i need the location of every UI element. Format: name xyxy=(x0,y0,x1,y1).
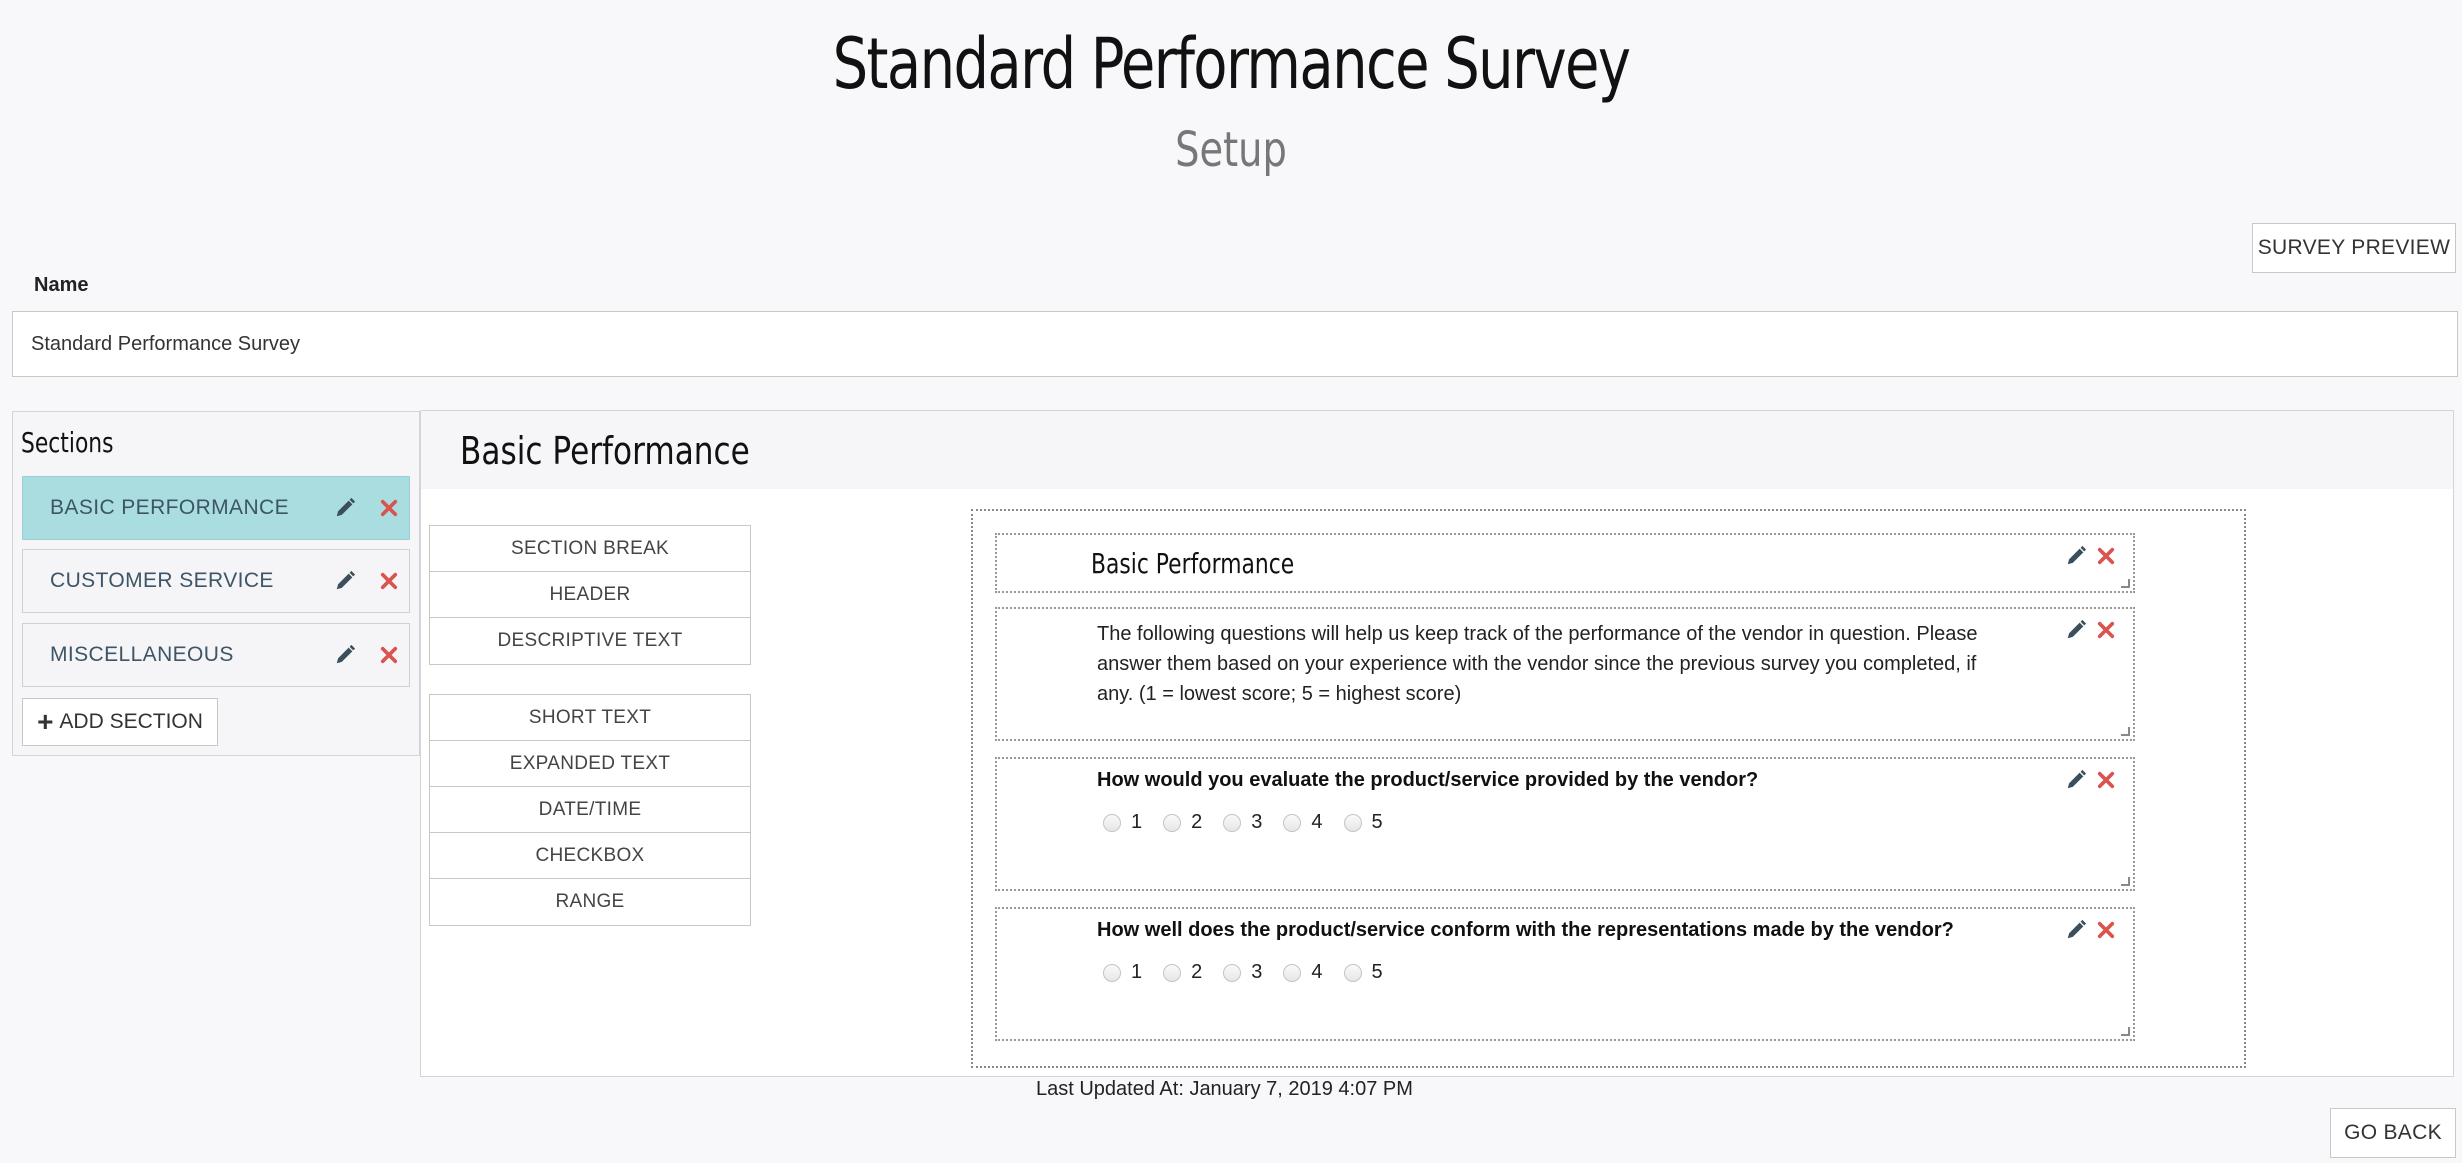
close-icon[interactable] xyxy=(2097,547,2115,565)
rating-label: 2 xyxy=(1191,811,1203,833)
rating-option[interactable]: 2 xyxy=(1163,961,1202,984)
close-icon[interactable] xyxy=(2097,771,2115,789)
rating-label: 4 xyxy=(1311,961,1323,983)
question-text: How would you evaluate the product/servi… xyxy=(1097,769,1759,791)
survey-canvas: Basic Performance The following question… xyxy=(971,509,2246,1068)
tool-date-time[interactable]: DATE/TIME xyxy=(430,787,750,833)
section-item-label: BASIC PERFORMANCE xyxy=(50,496,289,519)
name-input[interactable]: Standard Performance Survey xyxy=(12,311,2458,377)
question-card[interactable]: How well does the product/service confor… xyxy=(995,907,2135,1041)
rating-option[interactable]: 3 xyxy=(1223,811,1262,834)
page-title: Standard Performance Survey xyxy=(832,23,1631,105)
question-text: How well does the product/service confor… xyxy=(1097,919,1954,941)
tool-section-break[interactable]: SECTION BREAK xyxy=(430,526,750,572)
section-item-label: CUSTOMER SERVICE xyxy=(50,569,274,592)
section-editor-title: Basic Performance xyxy=(460,429,750,473)
layout-tools: SECTION BREAK HEADER DESCRIPTIVE TEXT xyxy=(429,525,751,665)
rating-option[interactable]: 5 xyxy=(1343,961,1383,984)
rating-label: 3 xyxy=(1251,961,1263,983)
rating-label: 1 xyxy=(1131,811,1143,833)
rating-option[interactable]: 5 xyxy=(1343,811,1383,834)
pencil-icon[interactable] xyxy=(334,570,356,592)
rating-scale: 1 2 3 4 5 xyxy=(1103,961,1404,984)
add-section-button[interactable]: + ADD SECTION xyxy=(22,698,218,746)
rating-option[interactable]: 1 xyxy=(1103,961,1142,984)
tool-checkbox[interactable]: CHECKBOX xyxy=(430,833,750,879)
rating-option[interactable]: 3 xyxy=(1223,961,1262,984)
last-updated: Last Updated At: January 7, 2019 4:07 PM xyxy=(1036,1078,1413,1100)
pencil-icon[interactable] xyxy=(2065,619,2087,641)
rating-label: 1 xyxy=(1131,961,1143,983)
close-icon[interactable] xyxy=(380,499,398,517)
resize-grip-icon[interactable] xyxy=(2121,877,2130,886)
section-item-customer-service[interactable]: CUSTOMER SERVICE xyxy=(22,549,410,613)
survey-preview-button[interactable]: SURVEY PREVIEW xyxy=(2252,223,2456,273)
radio-button[interactable] xyxy=(1343,963,1362,982)
rating-option[interactable]: 4 xyxy=(1283,961,1323,984)
field-tools: SHORT TEXT EXPANDED TEXT DATE/TIME CHECK… xyxy=(429,694,751,926)
tool-descriptive-text[interactable]: DESCRIPTIVE TEXT xyxy=(430,618,750,664)
section-editor-panel: Basic Performance SECTION BREAK HEADER D… xyxy=(420,410,2454,1077)
tool-header[interactable]: HEADER xyxy=(430,572,750,618)
rating-label: 2 xyxy=(1191,961,1203,983)
radio-button[interactable] xyxy=(1103,963,1121,982)
section-item-label: MISCELLANEOUS xyxy=(50,643,234,666)
question-card[interactable]: How would you evaluate the product/servi… xyxy=(995,757,2135,891)
sections-title: Sections xyxy=(21,426,114,459)
name-input-value: Standard Performance Survey xyxy=(31,332,301,355)
plus-icon: + xyxy=(37,706,54,737)
name-label: Name xyxy=(34,274,89,296)
radio-button[interactable] xyxy=(1283,963,1302,982)
page-subtitle: Setup xyxy=(1175,122,1287,178)
tool-short-text[interactable]: SHORT TEXT xyxy=(430,695,750,741)
section-item-basic-performance[interactable]: BASIC PERFORMANCE xyxy=(22,476,410,540)
rating-label: 4 xyxy=(1311,811,1323,833)
tool-range[interactable]: RANGE xyxy=(430,879,750,925)
radio-button[interactable] xyxy=(1163,963,1182,982)
radio-button[interactable] xyxy=(1343,813,1362,832)
sections-panel: Sections BASIC PERFORMANCE CUSTOMER SERV… xyxy=(12,411,420,756)
radio-button[interactable] xyxy=(1223,963,1242,982)
rating-label: 5 xyxy=(1371,811,1383,833)
rating-option[interactable]: 1 xyxy=(1103,811,1142,834)
pencil-icon[interactable] xyxy=(2065,545,2087,567)
radio-button[interactable] xyxy=(1103,813,1121,832)
pencil-icon[interactable] xyxy=(2065,919,2087,941)
header-card-text: Basic Performance xyxy=(1091,547,1295,580)
pencil-icon[interactable] xyxy=(334,644,356,666)
section-item-miscellaneous[interactable]: MISCELLANEOUS xyxy=(22,623,410,687)
close-icon[interactable] xyxy=(380,646,398,664)
radio-button[interactable] xyxy=(1223,813,1242,832)
rating-label: 5 xyxy=(1371,961,1383,983)
close-icon[interactable] xyxy=(2097,621,2115,639)
radio-button[interactable] xyxy=(1283,813,1302,832)
resize-grip-icon[interactable] xyxy=(2121,727,2130,736)
resize-grip-icon[interactable] xyxy=(2121,579,2130,588)
tool-expanded-text[interactable]: EXPANDED TEXT xyxy=(430,741,750,787)
go-back-button[interactable]: GO BACK xyxy=(2330,1108,2456,1158)
rating-label: 3 xyxy=(1251,811,1263,833)
radio-button[interactable] xyxy=(1163,813,1182,832)
description-text: The following questions will help us kee… xyxy=(1097,623,1978,705)
pencil-icon[interactable] xyxy=(334,497,356,519)
add-section-label: ADD SECTION xyxy=(59,710,203,733)
description-card[interactable]: The following questions will help us kee… xyxy=(995,607,2135,741)
rating-option[interactable]: 2 xyxy=(1163,811,1202,834)
close-icon[interactable] xyxy=(380,572,398,590)
resize-grip-icon[interactable] xyxy=(2121,1027,2130,1036)
rating-option[interactable]: 4 xyxy=(1283,811,1323,834)
section-editor-header: Basic Performance xyxy=(421,411,2453,489)
close-icon[interactable] xyxy=(2097,921,2115,939)
header-card[interactable]: Basic Performance xyxy=(995,533,2135,593)
rating-scale: 1 2 3 4 5 xyxy=(1103,811,1404,834)
pencil-icon[interactable] xyxy=(2065,769,2087,791)
